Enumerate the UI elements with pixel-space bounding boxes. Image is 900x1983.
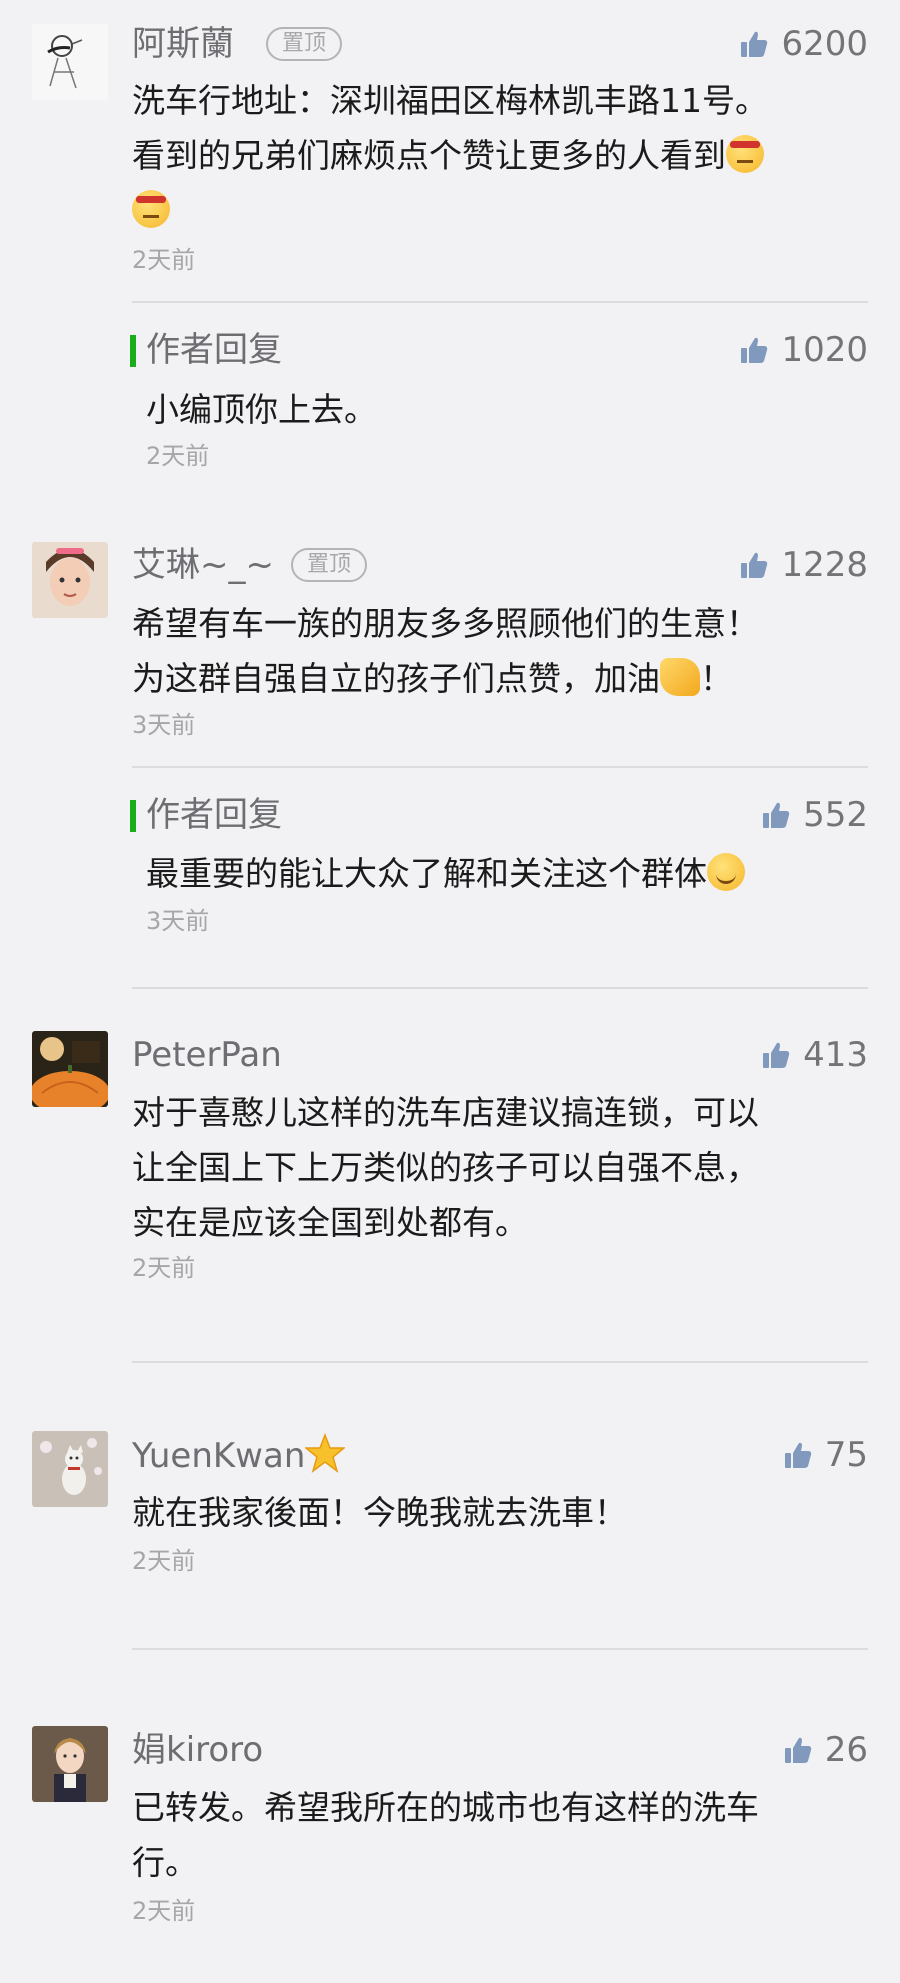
comment-text-segment: 为这群自强自立的孩子们点赞，加油 [132, 659, 660, 698]
commenter-name-text: YuenKwan [132, 1436, 306, 1476]
thumbs-up-icon [784, 1737, 811, 1763]
like-count: 26 [824, 1730, 868, 1770]
divider [132, 1361, 868, 1363]
reply-marker [130, 800, 136, 832]
comment-text-line: 对于喜憨儿这样的洗车店建议搞连锁，可以 [132, 1093, 759, 1132]
comment-text-line: 看到的兄弟们麻烦点个赞让更多的人看到 [132, 128, 872, 183]
comment-text: 洗车行地址：深圳福田区梅林凯丰路11号。 看到的兄弟们麻烦点个赞让更多的人看到 [132, 73, 872, 238]
divider [132, 301, 868, 303]
avatar[interactable] [32, 1031, 108, 1107]
comment-time: 3天前 [132, 711, 196, 739]
thumbs-up-icon [763, 1042, 790, 1068]
comment-text-line: 就在我家後面！今晚我就去洗車！ [132, 1493, 627, 1532]
commenter-name[interactable]: 娟kiroro [132, 1728, 263, 1772]
thumbs-up-icon [784, 1442, 811, 1468]
like-count: 413 [803, 1035, 868, 1075]
comment-text-segment: ！ [700, 659, 733, 698]
thumbs-up-icon [741, 552, 768, 578]
reply-marker [130, 335, 136, 367]
reply-time: 2天前 [146, 442, 210, 470]
divider [132, 1648, 868, 1650]
comment-time: 2天前 [132, 246, 196, 274]
reply-text-segment: 最重要的能让大众了解和关注这个群体 [146, 854, 707, 893]
reply-text: 最重要的能让大众了解和关注这个群体 [146, 846, 866, 901]
commenter-name[interactable]: PeterPan [132, 1033, 282, 1077]
like-button[interactable]: 6200 [739, 22, 868, 66]
comment-text-segment: 看到的兄弟们麻烦点个赞让更多的人看到 [132, 136, 726, 175]
divider [132, 987, 868, 989]
comment-text-line: 实在是应该全国到处都有。 [132, 1203, 528, 1242]
like-count: 552 [803, 795, 868, 835]
avatar[interactable] [32, 24, 108, 100]
comment-text-line: 为这群自强自立的孩子们点赞，加油 ！ [132, 651, 872, 706]
like-count: 75 [824, 1435, 868, 1475]
comment-text-line: 让全国上下上万类似的孩子可以自强不息， [132, 1148, 759, 1187]
comment-time: 2天前 [132, 1254, 196, 1282]
comment-text: 希望有车一族的朋友多多照顾他们的生意！ 为这群自强自立的孩子们点赞，加油 ！ [132, 596, 872, 706]
reply-time: 3天前 [146, 907, 210, 935]
comment-text-line: 洗车行地址：深圳福田区梅林凯丰路11号。 [132, 81, 768, 120]
reply-text: 小编顶你上去。 [146, 390, 377, 429]
child-avatar-icon [32, 1726, 108, 1802]
avatar[interactable] [32, 542, 108, 618]
like-button[interactable]: 26 [783, 1728, 868, 1772]
thumbs-up-icon [741, 337, 768, 363]
comment-time: 2天前 [132, 1897, 196, 1925]
comment-text: 就在我家後面！今晚我就去洗車！ [132, 1485, 872, 1540]
reply-label: 作者回复 [146, 330, 282, 370]
comment-text-line: 已转发。希望我所在的城市也有这样的洗车 [132, 1788, 759, 1827]
girl-avatar-icon [32, 542, 108, 618]
star-emoji-icon [304, 1432, 347, 1473]
like-button[interactable]: 1020 [739, 328, 868, 372]
commenter-name[interactable]: 阿斯蘭 [132, 22, 234, 66]
sketch-avatar-icon [32, 24, 108, 100]
comment-text-line: 希望有车一族的朋友多多照顾他们的生意！ [132, 604, 759, 643]
comment-text-line [132, 183, 872, 238]
avatar[interactable] [32, 1726, 108, 1802]
muscle-emoji-icon [660, 658, 700, 696]
angry-emoji-icon [726, 135, 764, 173]
commenter-name[interactable]: YuenKwan [132, 1432, 347, 1478]
pinned-badge: 置顶 [291, 548, 368, 582]
like-button[interactable]: 1228 [739, 543, 868, 587]
divider [132, 766, 868, 768]
comment-text: 已转发。希望我所在的城市也有这样的洗车 行。 [132, 1780, 872, 1890]
reply-label: 作者回复 [146, 795, 282, 835]
pinned-badge: 置顶 [266, 27, 343, 61]
avatar[interactable] [32, 1431, 108, 1507]
comment-time: 2天前 [132, 1547, 196, 1575]
commenter-name[interactable]: 艾琳~_~ [132, 543, 274, 587]
pumpkin-avatar-icon [32, 1031, 108, 1107]
like-count: 6200 [781, 24, 868, 64]
smile-emoji-icon [707, 853, 745, 891]
like-count: 1228 [781, 545, 868, 585]
comment-text: 对于喜憨儿这样的洗车店建议搞连锁，可以 让全国上下上万类似的孩子可以自强不息， … [132, 1085, 872, 1250]
comment-text-line: 行。 [132, 1843, 198, 1882]
like-button[interactable]: 552 [761, 793, 868, 837]
cat-avatar-icon [32, 1431, 108, 1507]
like-button[interactable]: 413 [761, 1033, 868, 1077]
thumbs-up-icon [741, 31, 768, 57]
like-button[interactable]: 75 [783, 1433, 868, 1477]
thumbs-up-icon [763, 802, 790, 828]
angry-emoji-icon [132, 190, 170, 228]
like-count: 1020 [781, 330, 868, 370]
